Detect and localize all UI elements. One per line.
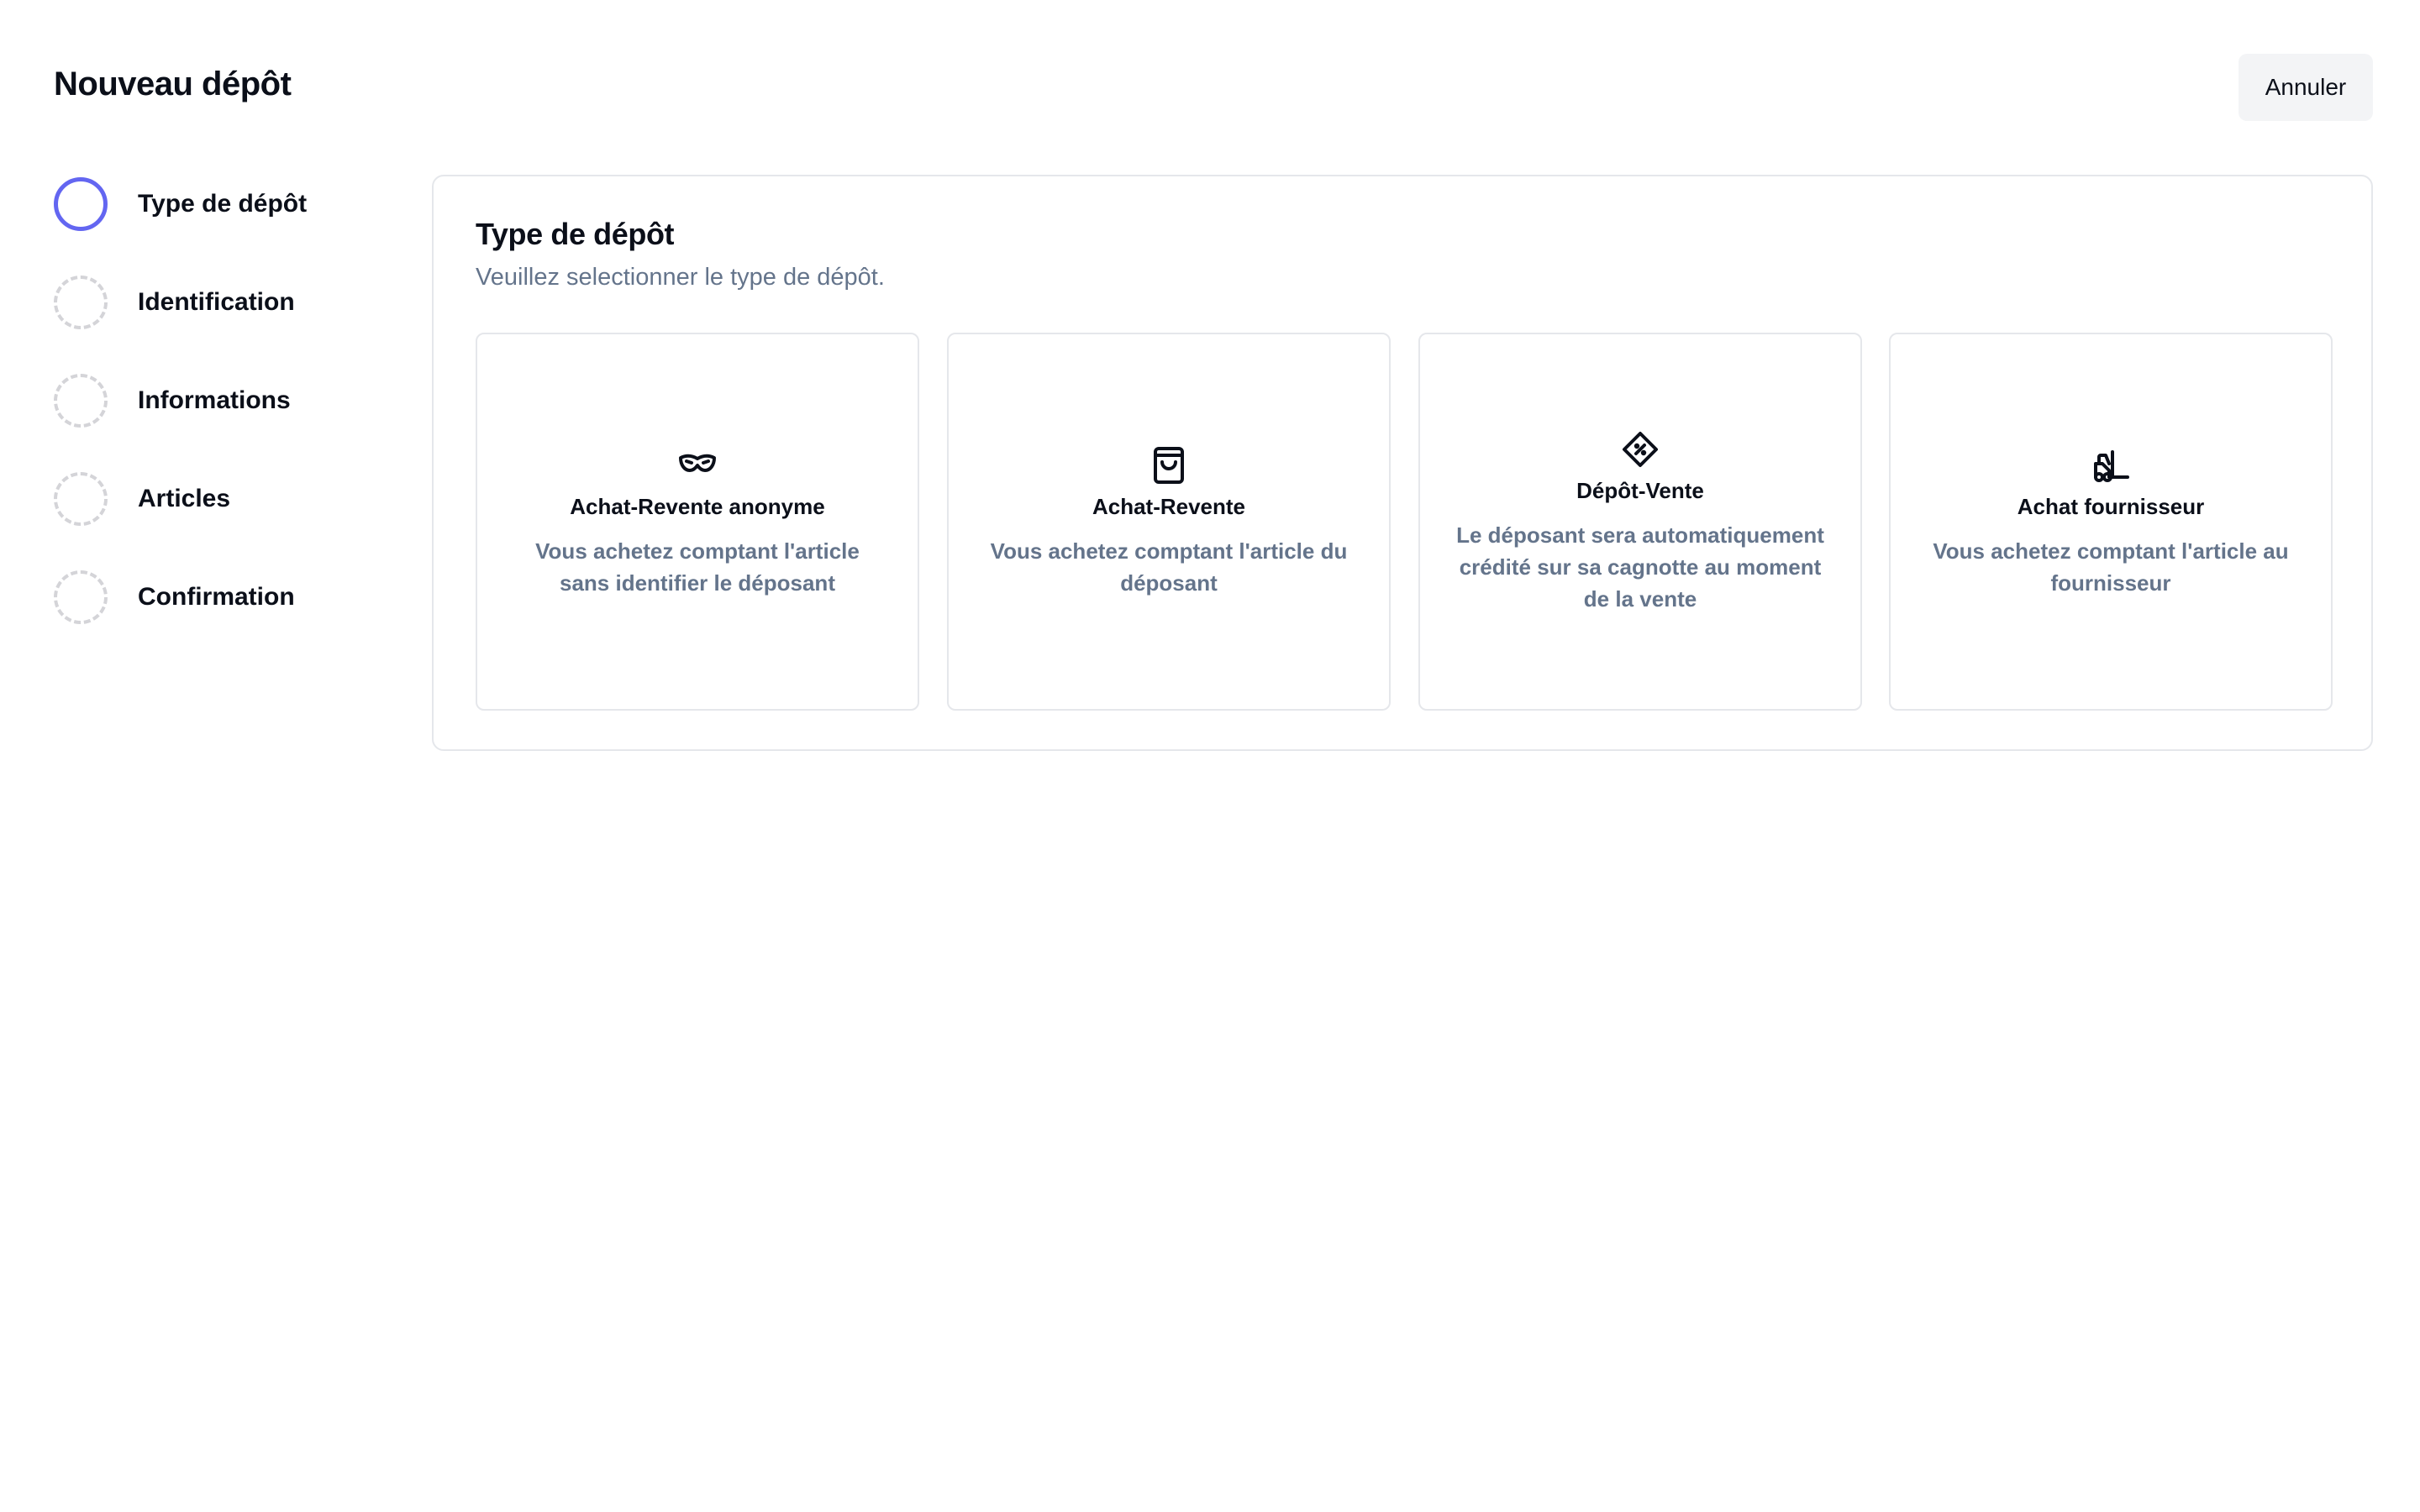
option-achat-revente-anonyme[interactable]: Achat-Revente anonyme Vous achetez compt… [476,333,919,711]
step-indicator-pending [54,570,108,624]
deposit-type-card: Type de dépôt Veuillez selectionner le t… [432,175,2373,751]
deposit-type-options: Achat-Revente anonyme Vous achetez compt… [476,333,2333,711]
page-title: Nouveau dépôt [54,66,292,102]
step-indicator-pending [54,276,108,329]
step-label: Informations [138,386,291,414]
option-description: Vous achetez comptant l'article du dépos… [990,538,1348,596]
option-depot-vente[interactable]: Dépôt-Vente Le déposant sera automatique… [1418,333,1862,711]
mask-icon [677,445,718,486]
option-achat-revente[interactable]: Achat-Revente Vous achetez comptant l'ar… [947,333,1391,711]
option-achat-fournisseur[interactable]: Achat fournisseur Vous achetez comptant … [1889,333,2333,711]
step-label: Confirmation [138,583,295,611]
cancel-button[interactable]: Annuler [2238,54,2373,121]
step-confirmation[interactable]: Confirmation [54,570,390,625]
step-label: Articles [138,485,231,512]
option-description: Vous achetez comptant l'article sans ide… [535,538,860,596]
forklift-icon [2091,445,2131,486]
option-title: Achat fournisseur [2017,493,2205,519]
step-indicator-pending [54,374,108,428]
step-informations[interactable]: Informations [54,373,390,428]
step-indicator-pending [54,472,108,526]
option-title: Achat-Revente anonyme [570,493,825,519]
step-label: Type de dépôt [138,190,308,218]
step-label: Identification [138,288,295,316]
shopping-bag-icon [1149,445,1189,486]
discount-tag-icon [1620,429,1660,470]
option-description: Le déposant sera automatiquement crédité… [1456,522,1824,612]
option-title: Dépôt-Vente [1576,477,1704,503]
option-title: Achat-Revente [1092,493,1246,519]
step-indicator-active [54,177,108,231]
option-description: Vous achetez comptant l'article au fourn… [1933,538,2289,596]
step-type-de-depot[interactable]: Type de dépôt [54,176,390,232]
card-title: Type de dépôt [476,217,675,251]
step-articles[interactable]: Articles [54,471,390,527]
card-subtitle: Veuillez selectionner le type de dépôt. [476,264,885,291]
page: Nouveau dépôt Annuler Type de dépôt Iden… [0,0,2420,1512]
step-identification[interactable]: Identification [54,275,390,330]
